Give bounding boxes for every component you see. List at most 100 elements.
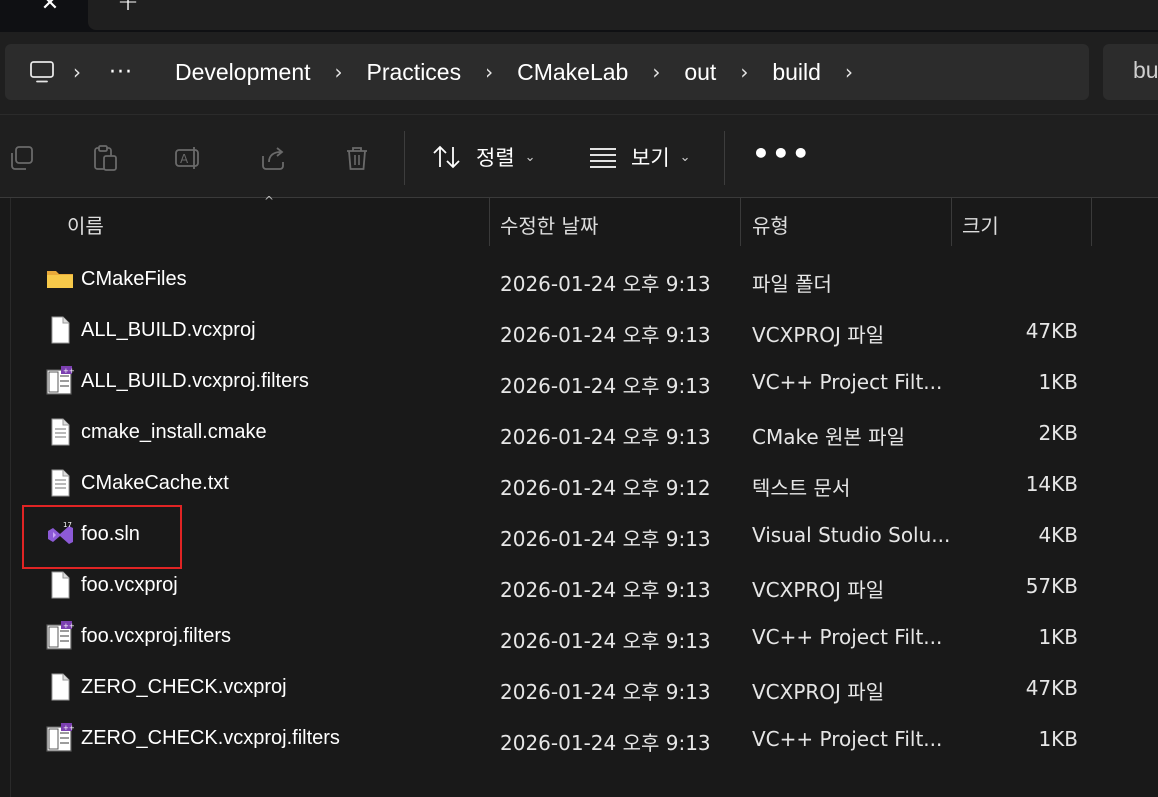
file-type: 파일 폴더 <box>752 272 832 296</box>
breadcrumb-item-practices[interactable]: Practices <box>361 59 468 86</box>
filters-file-icon: ++ <box>46 621 74 650</box>
file-icon <box>51 316 70 344</box>
search-input[interactable]: bu <box>1103 44 1158 100</box>
file-row[interactable]: cmake_install.cmake 2026-01-24 오후 9:13 C… <box>0 409 1158 460</box>
file-name: foo.vcxproj <box>81 574 178 596</box>
file-date: 2026-01-24 오후 9:13 <box>500 731 711 755</box>
file-date: 2026-01-24 오후 9:13 <box>500 374 711 398</box>
column-header-date[interactable]: 수정한 날짜 <box>500 210 598 239</box>
file-icon <box>51 571 70 599</box>
file-type: VCXPROJ 파일 <box>752 680 885 704</box>
column-separator[interactable] <box>489 198 490 246</box>
file-size: 2KB <box>1038 421 1078 445</box>
file-type: VC++ Project Filt... <box>752 625 943 649</box>
file-icon <box>51 673 70 701</box>
file-type: 텍스트 문서 <box>752 476 851 500</box>
highlight-box <box>22 505 182 569</box>
folder-icon <box>47 271 73 288</box>
delete-icon[interactable] <box>343 144 371 172</box>
tab-strip: ✕ + <box>0 0 1158 32</box>
file-size: 47KB <box>1025 319 1078 343</box>
file-name: cmake_install.cmake <box>81 421 267 443</box>
file-row[interactable]: ++ foo.vcxproj.filters 2026-01-24 오후 9:1… <box>0 613 1158 664</box>
view-label: 보기 <box>631 146 670 170</box>
sort-button[interactable]: 정렬 ⌄ <box>432 137 536 177</box>
search-text: bu <box>1133 57 1158 83</box>
sort-icon <box>433 145 460 169</box>
active-tab <box>88 0 1158 30</box>
file-name: ZERO_CHECK.vcxproj.filters <box>81 727 340 749</box>
file-date: 2026-01-24 오후 9:13 <box>500 425 711 449</box>
more-options-button[interactable]: ••• <box>752 140 812 168</box>
command-bar: A 정렬 ⌄ 보기 ⌄ ••• <box>0 114 1158 198</box>
breadcrumb[interactable]: › ··· Development › Practices › CMakeLab… <box>5 44 1089 100</box>
paste-icon[interactable] <box>91 144 119 172</box>
filters-file-icon: ++ <box>46 366 74 395</box>
file-size: 47KB <box>1025 676 1078 700</box>
file-date: 2026-01-24 오후 9:13 <box>500 680 711 704</box>
copy-icon[interactable] <box>8 144 36 172</box>
svg-text:++: ++ <box>63 367 74 375</box>
file-row[interactable]: foo.vcxproj 2026-01-24 오후 9:13 VCXPROJ 파… <box>0 562 1158 613</box>
address-row: › ··· Development › Practices › CMakeLab… <box>0 32 1158 114</box>
file-type: VC++ Project Filt... <box>752 370 943 394</box>
file-row[interactable]: ++ ALL_BUILD.vcxproj.filters 2026-01-24 … <box>0 358 1158 409</box>
breadcrumb-item-development[interactable]: Development <box>169 59 317 86</box>
sort-label: 정렬 <box>476 146 515 170</box>
file-size: 1KB <box>1038 727 1078 751</box>
chevron-right-icon[interactable]: › <box>722 60 766 84</box>
share-icon[interactable] <box>259 144 287 172</box>
file-size: 14KB <box>1025 472 1078 496</box>
file-type: VCXPROJ 파일 <box>752 578 885 602</box>
file-row[interactable]: ++ ZERO_CHECK.vcxproj.filters 2026-01-24… <box>0 715 1158 766</box>
breadcrumb-overflow[interactable]: ··· <box>99 60 143 85</box>
file-date: 2026-01-24 오후 9:13 <box>500 629 711 653</box>
file-list: ^ 이름 수정한 날짜 유형 크기 CMakeFiles 2026-01-24 … <box>0 194 1158 797</box>
file-size: 1KB <box>1038 370 1078 394</box>
file-row[interactable]: CMakeFiles 2026-01-24 오후 9:13 파일 폴더 <box>0 256 1158 307</box>
column-separator[interactable] <box>740 198 741 246</box>
column-header-name[interactable]: 이름 <box>67 210 104 239</box>
file-name: CMakeFiles <box>81 268 187 290</box>
chevron-right-icon[interactable]: › <box>827 60 871 84</box>
file-type: VC++ Project Filt... <box>752 727 943 751</box>
column-separator[interactable] <box>1091 198 1092 246</box>
file-date: 2026-01-24 오후 9:13 <box>500 272 711 296</box>
file-name: ALL_BUILD.vcxproj <box>81 319 256 341</box>
computer-icon[interactable] <box>5 44 55 100</box>
breadcrumb-item-cmakelab[interactable]: CMakeLab <box>511 59 634 86</box>
file-date: 2026-01-24 오후 9:13 <box>500 527 711 551</box>
sort-ascending-icon: ^ <box>264 194 275 208</box>
chevron-right-icon[interactable]: › <box>317 60 361 84</box>
view-button[interactable]: 보기 ⌄ <box>589 137 691 177</box>
file-date: 2026-01-24 오후 9:13 <box>500 578 711 602</box>
file-type: CMake 원본 파일 <box>752 425 905 449</box>
file-name: ALL_BUILD.vcxproj.filters <box>81 370 309 392</box>
filters-file-icon: ++ <box>46 723 74 752</box>
column-header-size[interactable]: 크기 <box>962 210 999 239</box>
breadcrumb-item-out[interactable]: out <box>678 59 722 86</box>
rename-icon[interactable]: A <box>174 144 202 172</box>
breadcrumb-item-build[interactable]: build <box>766 59 827 86</box>
close-icon[interactable]: ✕ <box>38 0 62 18</box>
chevron-right-icon[interactable]: › <box>467 60 511 84</box>
file-size: 1KB <box>1038 625 1078 649</box>
file-row[interactable]: ALL_BUILD.vcxproj 2026-01-24 오후 9:13 VCX… <box>0 307 1158 358</box>
computer-icon-glyph <box>30 61 54 83</box>
file-date: 2026-01-24 오후 9:12 <box>500 476 711 500</box>
column-header-type[interactable]: 유형 <box>752 210 789 239</box>
column-header-row: ^ 이름 수정한 날짜 유형 크기 <box>0 194 1158 248</box>
chevron-down-icon: ⌄ <box>679 149 691 165</box>
plus-icon[interactable]: + <box>116 0 140 15</box>
chevron-right-icon[interactable]: › <box>634 60 678 84</box>
column-separator[interactable] <box>951 198 952 246</box>
toolbar-separator <box>724 131 725 185</box>
chevron-right-icon[interactable]: › <box>55 60 99 84</box>
file-row[interactable]: CMakeCache.txt 2026-01-24 오후 9:12 텍스트 문서… <box>0 460 1158 511</box>
file-date: 2026-01-24 오후 9:13 <box>500 323 711 347</box>
text-file-icon <box>51 418 70 446</box>
file-type: Visual Studio Solu... <box>752 523 951 547</box>
view-list-icon <box>590 148 616 168</box>
file-row[interactable]: ZERO_CHECK.vcxproj 2026-01-24 오후 9:13 VC… <box>0 664 1158 715</box>
chevron-down-icon: ⌄ <box>524 149 536 165</box>
